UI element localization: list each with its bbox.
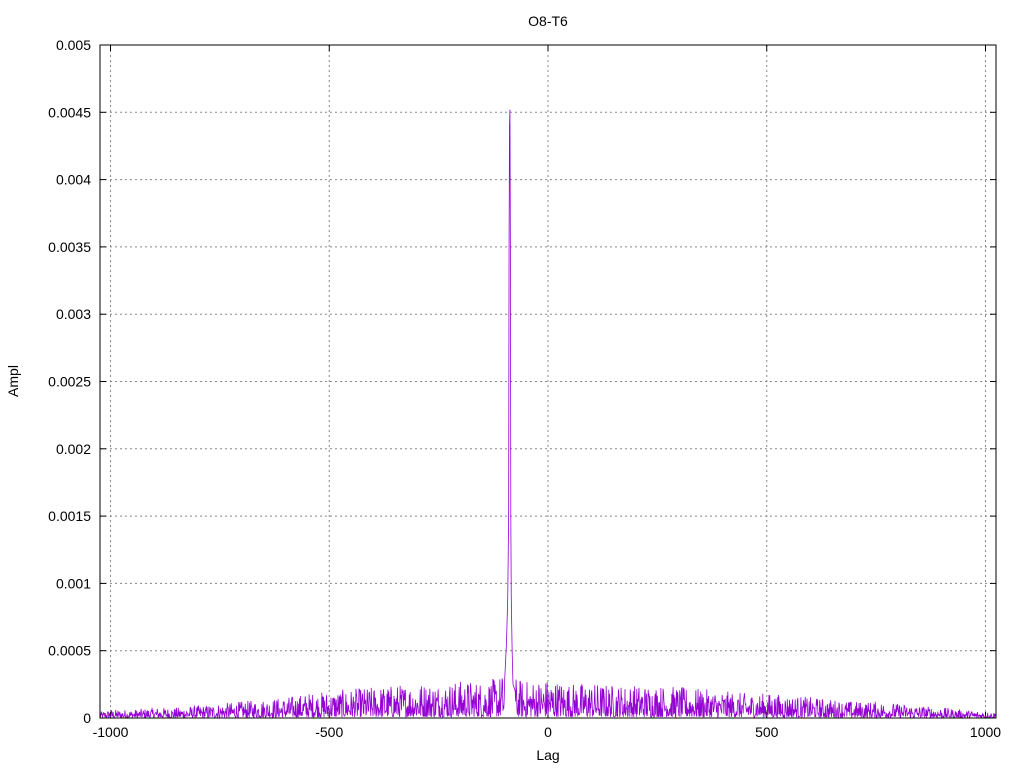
- y-tick-label: 0.003: [56, 306, 91, 322]
- grid: [100, 44, 996, 719]
- y-tick-label: 0.0015: [48, 508, 91, 524]
- y-tick-label: 0.0035: [48, 239, 91, 255]
- x-tick-label: 500: [755, 724, 779, 740]
- x-tick-label: -1000: [93, 724, 129, 740]
- chart-title: O8-T6: [528, 13, 568, 29]
- y-tick-label: 0.0025: [48, 374, 91, 390]
- y-tick-labels: 0 0.0005 0.001 0.0015 0.002 0.0025 0.003 0.0035…: [48, 37, 91, 726]
- x-tick-label: 0: [544, 724, 552, 740]
- y-tick-label: 0.004: [56, 172, 91, 188]
- y-tick-label: 0.002: [56, 441, 91, 457]
- y-axis-title: Ampl: [5, 365, 21, 397]
- x-tick-labels: -1000 -500 0 500 1000: [93, 724, 1002, 740]
- y-tick-label: 0.001: [56, 575, 91, 591]
- x-axis-title: Lag: [536, 747, 559, 763]
- y-tick-label: 0.0045: [48, 104, 91, 120]
- y-tick-label: 0: [83, 710, 91, 726]
- chart: O8-T6 -1000 -500 0 500 1000 0 0.0005 0.001 0.00…: [5, 13, 1002, 763]
- y-tick-label: 0.0005: [48, 643, 91, 659]
- x-tick-label: 1000: [970, 724, 1001, 740]
- x-tick-label: -500: [315, 724, 343, 740]
- y-tick-label: 0.005: [56, 37, 91, 53]
